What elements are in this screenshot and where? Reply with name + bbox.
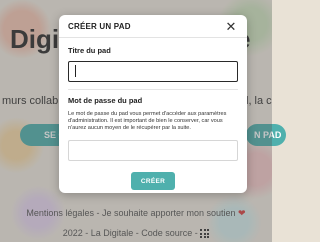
modal-header: CRÉER UN PAD ✕ xyxy=(59,15,247,38)
create-button[interactable]: CRÉER xyxy=(131,172,175,190)
pad-password-label: Mot de passe du pad xyxy=(68,96,143,105)
password-help-text: Le mot de passe du pad vous permet d'acc… xyxy=(68,111,227,131)
pad-password-input[interactable] xyxy=(68,140,238,161)
close-icon[interactable]: ✕ xyxy=(224,19,238,33)
create-pad-modal: CRÉER UN PAD ✕ Titre du pad Mot de passe… xyxy=(59,15,247,193)
divider xyxy=(68,89,238,90)
pad-title-input[interactable] xyxy=(68,61,238,82)
text-caret xyxy=(75,65,76,77)
modal-title: CRÉER UN PAD xyxy=(68,21,131,31)
modal-body: Titre du pad Mot de passe du pad Le mot … xyxy=(59,38,247,190)
pad-title-label: Titre du pad xyxy=(68,46,111,55)
